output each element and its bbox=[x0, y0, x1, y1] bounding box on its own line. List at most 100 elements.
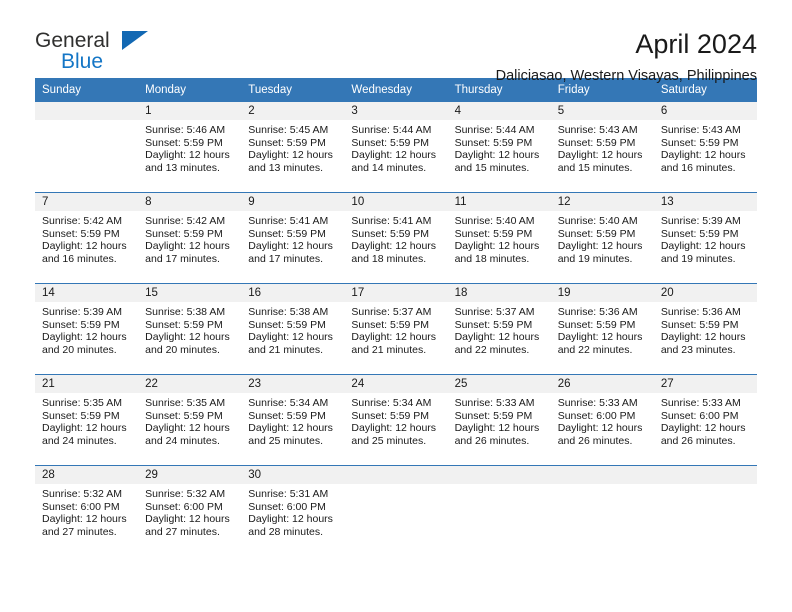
day-number: 21 bbox=[35, 375, 139, 393]
day-details: Sunrise: 5:34 AM Sunset: 5:59 PM Daylight:… bbox=[241, 393, 344, 447]
day-number: 27 bbox=[653, 375, 757, 393]
sunrise-text: Sunrise: 5:38 AM bbox=[145, 306, 226, 318]
daylight-text-line2: and 21 minutes. bbox=[351, 343, 427, 356]
sunrise-text: Sunrise: 5:35 AM bbox=[145, 397, 226, 409]
calendar-day-cell[interactable]: 23 Sunrise: 5:34 AM Sunset: 5:59 PM Dayligh… bbox=[241, 374, 345, 466]
sunset-text: Sunset: 5:59 PM bbox=[145, 136, 223, 149]
calendar-day-cell[interactable]: 13 Sunrise: 5:39 AM Sunset: 5:59 PM Dayligh… bbox=[653, 192, 757, 284]
title-block: April 2024 Daliciasao, Western Visayas, … bbox=[496, 28, 757, 86]
daylight-text-line2: and 20 minutes. bbox=[42, 343, 117, 356]
day-number: 1 bbox=[138, 102, 242, 120]
calendar-day-cell[interactable]: 17 Sunrise: 5:37 AM Sunset: 5:59 PM Dayligh… bbox=[344, 283, 448, 375]
calendar-day-cell[interactable]: 29 Sunrise: 5:32 AM Sunset: 6:00 PM Dayligh… bbox=[138, 465, 242, 556]
day-number bbox=[653, 466, 757, 484]
day-cell-inner bbox=[447, 466, 551, 556]
calendar-day-cell[interactable]: 27 Sunrise: 5:33 AM Sunset: 6:00 PM Dayligh… bbox=[653, 374, 757, 466]
calendar-week-row: 1 Sunrise: 5:46 AM Sunset: 5:59 PM Daylight… bbox=[35, 102, 757, 193]
daylight-text-line2: and 18 minutes. bbox=[454, 252, 530, 265]
calendar-day-cell[interactable]: 18 Sunrise: 5:37 AM Sunset: 5:59 PM Dayligh… bbox=[447, 283, 551, 375]
sunrise-text: Sunrise: 5:33 AM bbox=[454, 397, 535, 409]
day-number: 5 bbox=[550, 102, 654, 120]
day-details: Sunrise: 5:32 AM Sunset: 6:00 PM Daylight:… bbox=[138, 484, 241, 538]
daylight-text-line1: Daylight: 12 hours bbox=[660, 149, 746, 162]
day-cell-inner: 6 Sunrise: 5:43 AM Sunset: 5:59 PM Daylight… bbox=[653, 102, 757, 192]
calendar-day-cell[interactable]: 19 Sunrise: 5:36 AM Sunset: 5:59 PM Dayligh… bbox=[550, 283, 654, 375]
day-cell-inner: 27 Sunrise: 5:33 AM Sunset: 6:00 PM Dayligh… bbox=[653, 375, 757, 465]
day-details: Sunrise: 5:37 AM Sunset: 5:59 PM Daylight:… bbox=[344, 302, 447, 356]
calendar-day-cell[interactable]: 10 Sunrise: 5:41 AM Sunset: 5:59 PM Dayligh… bbox=[344, 192, 448, 284]
day-cell-inner bbox=[344, 466, 448, 556]
calendar-day-cell[interactable]: 16 Sunrise: 5:38 AM Sunset: 5:59 PM Dayligh… bbox=[241, 283, 345, 375]
sunrise-text: Sunrise: 5:44 AM bbox=[454, 124, 535, 136]
day-number: 6 bbox=[653, 102, 757, 120]
calendar-day-cell[interactable]: 12 Sunrise: 5:40 AM Sunset: 5:59 PM Dayligh… bbox=[550, 192, 654, 284]
day-number: 14 bbox=[35, 284, 139, 302]
calendar-day-cell[interactable]: 24 Sunrise: 5:34 AM Sunset: 5:59 PM Dayligh… bbox=[344, 374, 448, 466]
sunrise-text: Sunrise: 5:40 AM bbox=[557, 215, 638, 227]
calendar-day-cell[interactable]: 28 Sunrise: 5:32 AM Sunset: 6:00 PM Dayligh… bbox=[35, 465, 139, 556]
daylight-text-line2: and 13 minutes. bbox=[145, 161, 220, 174]
calendar-day-cell[interactable]: 4 Sunrise: 5:44 AM Sunset: 5:59 PM Daylight… bbox=[447, 102, 551, 193]
sunrise-text: Sunrise: 5:34 AM bbox=[248, 397, 329, 409]
daylight-text-line1: Daylight: 12 hours bbox=[660, 331, 746, 344]
day-cell-inner: 5 Sunrise: 5:43 AM Sunset: 5:59 PM Daylight… bbox=[550, 102, 654, 192]
calendar-day-cell[interactable]: 7 Sunrise: 5:42 AM Sunset: 5:59 PM Daylight… bbox=[35, 192, 139, 284]
calendar-day-cell[interactable]: 5 Sunrise: 5:43 AM Sunset: 5:59 PM Daylight… bbox=[550, 102, 654, 193]
weekday-header-wednesday: Wednesday bbox=[344, 78, 448, 102]
sunset-text: Sunset: 5:59 PM bbox=[145, 318, 223, 331]
calendar-day-cell[interactable]: 30 Sunrise: 5:31 AM Sunset: 6:00 PM Dayligh… bbox=[241, 465, 345, 556]
daylight-text-line1: Daylight: 12 hours bbox=[248, 331, 333, 344]
calendar-day-cell[interactable]: 15 Sunrise: 5:38 AM Sunset: 5:59 PM Dayligh… bbox=[138, 283, 242, 375]
calendar-body: 1 Sunrise: 5:46 AM Sunset: 5:59 PM Daylight… bbox=[35, 102, 757, 556]
calendar-day-cell[interactable]: 21 Sunrise: 5:35 AM Sunset: 5:59 PM Dayligh… bbox=[35, 374, 139, 466]
day-number: 13 bbox=[653, 193, 757, 211]
calendar-day-cell[interactable]: 2 Sunrise: 5:45 AM Sunset: 5:59 PM Daylight… bbox=[241, 102, 345, 193]
daylight-text-line1: Daylight: 12 hours bbox=[248, 149, 333, 162]
daylight-text-line1: Daylight: 12 hours bbox=[248, 422, 333, 435]
day-details: Sunrise: 5:39 AM Sunset: 5:59 PM Daylight:… bbox=[35, 302, 138, 356]
sunset-text: Sunset: 5:59 PM bbox=[248, 409, 326, 422]
sunrise-text: Sunrise: 5:38 AM bbox=[248, 306, 329, 318]
calendar-day-cell[interactable]: 25 Sunrise: 5:33 AM Sunset: 5:59 PM Dayligh… bbox=[447, 374, 551, 466]
sunrise-text: Sunrise: 5:39 AM bbox=[660, 215, 741, 227]
day-details: Sunrise: 5:34 AM Sunset: 5:59 PM Daylight:… bbox=[344, 393, 447, 447]
page-subtitle: Daliciasao, Western Visayas, Philippines bbox=[495, 68, 757, 84]
calendar-day-cell[interactable]: 9 Sunrise: 5:41 AM Sunset: 5:59 PM Daylight… bbox=[241, 192, 345, 284]
day-cell-inner: 3 Sunrise: 5:44 AM Sunset: 5:59 PM Daylight… bbox=[344, 102, 448, 192]
day-number bbox=[550, 466, 654, 484]
daylight-text-line1: Daylight: 12 hours bbox=[42, 422, 127, 435]
calendar-day-cell[interactable]: 14 Sunrise: 5:39 AM Sunset: 5:59 PM Dayligh… bbox=[35, 283, 139, 375]
calendar-day-cell[interactable]: 8 Sunrise: 5:42 AM Sunset: 5:59 PM Daylight… bbox=[138, 192, 242, 284]
day-details: Sunrise: 5:32 AM Sunset: 6:00 PM Daylight:… bbox=[35, 484, 138, 538]
sunset-text: Sunset: 5:59 PM bbox=[248, 318, 326, 331]
daylight-text-line2: and 18 minutes. bbox=[351, 252, 427, 265]
day-details: Sunrise: 5:33 AM Sunset: 6:00 PM Daylight:… bbox=[654, 393, 757, 447]
sunset-text: Sunset: 5:59 PM bbox=[42, 409, 120, 422]
day-details: Sunrise: 5:42 AM Sunset: 5:59 PM Daylight:… bbox=[138, 211, 241, 265]
sunset-text: Sunset: 5:59 PM bbox=[42, 227, 120, 240]
calendar-day-cell[interactable]: 1 Sunrise: 5:46 AM Sunset: 5:59 PM Daylight… bbox=[138, 102, 242, 193]
day-number: 22 bbox=[138, 375, 242, 393]
sunset-text: Sunset: 5:59 PM bbox=[454, 227, 533, 240]
calendar-page: General Blue April 2024 Daliciasao, West… bbox=[0, 0, 792, 612]
daylight-text-line2: and 20 minutes. bbox=[145, 343, 220, 356]
calendar-day-cell[interactable]: 22 Sunrise: 5:35 AM Sunset: 5:59 PM Dayligh… bbox=[138, 374, 242, 466]
daylight-text-line1: Daylight: 12 hours bbox=[454, 422, 540, 435]
sunrise-text: Sunrise: 5:32 AM bbox=[145, 488, 226, 500]
calendar-day-cell[interactable]: 20 Sunrise: 5:36 AM Sunset: 5:59 PM Dayligh… bbox=[653, 283, 757, 375]
sunrise-text: Sunrise: 5:41 AM bbox=[248, 215, 329, 227]
sunrise-text: Sunrise: 5:39 AM bbox=[42, 306, 122, 318]
sunrise-text: Sunrise: 5:37 AM bbox=[351, 306, 432, 318]
sunset-text: Sunset: 5:59 PM bbox=[248, 227, 326, 240]
day-details: Sunrise: 5:45 AM Sunset: 5:59 PM Daylight:… bbox=[241, 120, 344, 174]
day-number: 3 bbox=[344, 102, 448, 120]
calendar-day-cell[interactable]: 11 Sunrise: 5:40 AM Sunset: 5:59 PM Dayligh… bbox=[447, 192, 551, 284]
daylight-text-line2: and 25 minutes. bbox=[248, 434, 323, 447]
day-cell-inner: 21 Sunrise: 5:35 AM Sunset: 5:59 PM Dayligh… bbox=[35, 375, 139, 465]
calendar-day-cell[interactable]: 26 Sunrise: 5:33 AM Sunset: 6:00 PM Dayligh… bbox=[550, 374, 654, 466]
daylight-text-line1: Daylight: 12 hours bbox=[660, 422, 746, 435]
calendar-day-cell[interactable]: 3 Sunrise: 5:44 AM Sunset: 5:59 PM Daylight… bbox=[344, 102, 448, 193]
daylight-text-line1: Daylight: 12 hours bbox=[42, 240, 127, 253]
general-blue-logo[interactable]: General Blue bbox=[35, 30, 235, 78]
calendar-day-cell[interactable]: 6 Sunrise: 5:43 AM Sunset: 5:59 PM Daylight… bbox=[653, 102, 757, 193]
